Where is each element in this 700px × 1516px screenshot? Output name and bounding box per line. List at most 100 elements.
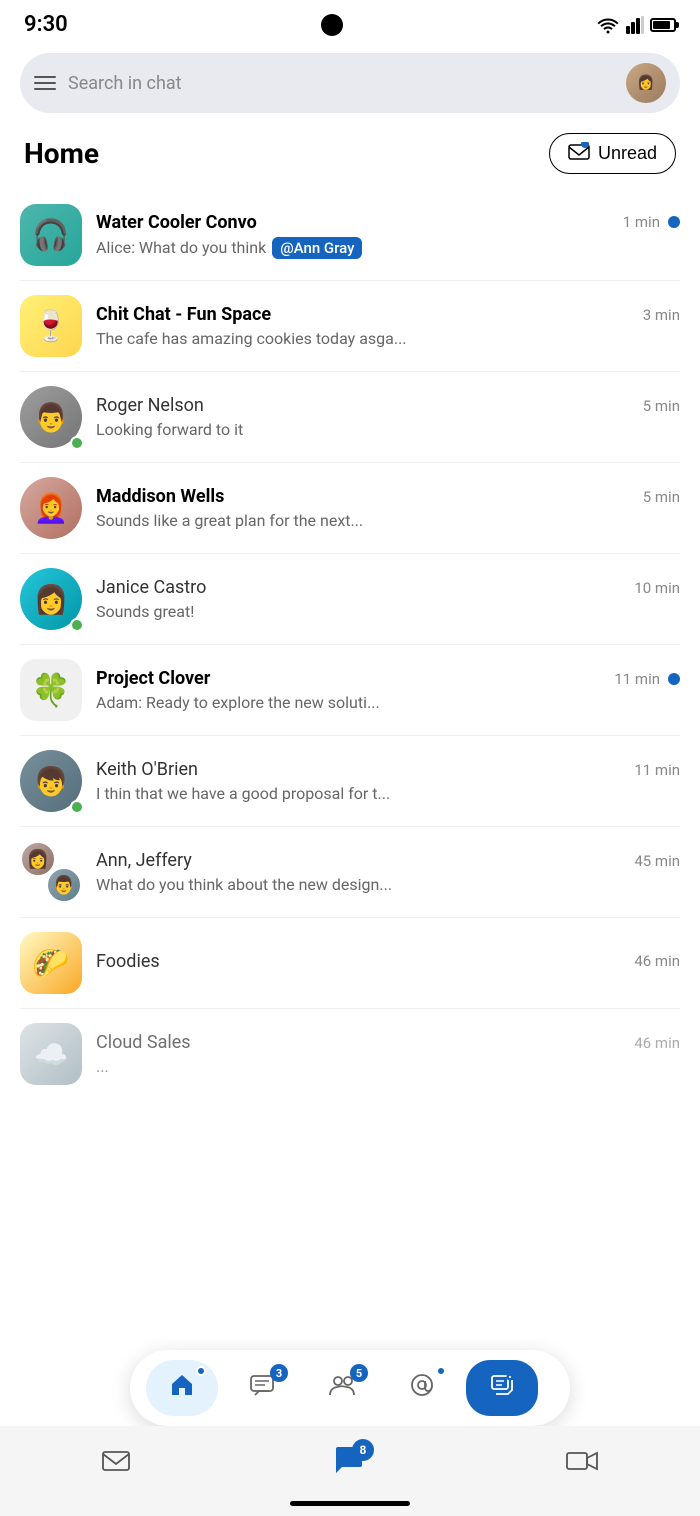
chat-time: 10 min	[634, 579, 680, 597]
home-icon	[169, 1372, 195, 1405]
bottom-bar: 8	[0, 1426, 700, 1516]
status-icons	[596, 16, 676, 34]
chat-preview: Adam: Ready to explore the new soluti...	[96, 693, 680, 712]
chat-info: Water Cooler Convo 1 min Alice: What do …	[96, 212, 680, 259]
chat-item[interactable]: 👩 Janice Castro 10 min Sounds great!	[20, 554, 680, 645]
chat-name: Foodies	[96, 951, 160, 972]
chat-name: Ann, Jeffery	[96, 850, 192, 871]
chat-avatar: 🍷	[20, 295, 82, 357]
chat-name: Chit Chat - Fun Space	[96, 304, 271, 325]
status-bar: 9:30	[0, 0, 700, 45]
home-indicator	[290, 1501, 410, 1506]
compose-icon	[489, 1372, 515, 1405]
chat-preview: Sounds great!	[96, 602, 680, 621]
chat-avatar: 👨	[20, 386, 82, 448]
team-badge: 5	[350, 1364, 368, 1382]
unread-label: Unread	[598, 143, 657, 164]
chat-item[interactable]: 👩‍🦰 Maddison Wells 5 min Sounds like a g…	[20, 463, 680, 554]
online-indicator	[70, 436, 84, 450]
menu-icon[interactable]	[34, 76, 56, 90]
chat-preview: Sounds like a great plan for the next...	[96, 511, 680, 530]
mention-dot	[436, 1366, 446, 1376]
nav-chat[interactable]: 3	[226, 1360, 298, 1416]
compose-button[interactable]	[466, 1360, 538, 1416]
status-time: 9:30	[24, 12, 68, 37]
chat-time: 3 min	[643, 306, 680, 324]
chat-time: 1 min	[623, 213, 660, 231]
nav-home-dot	[196, 1366, 206, 1376]
chat-name: Cloud Sales	[96, 1032, 191, 1053]
chat-time: 45 min	[634, 852, 680, 870]
mail-icon	[101, 1447, 131, 1480]
chat-info: Project Clover 11 min Adam: Ready to exp…	[96, 668, 680, 712]
chat-time: 46 min	[634, 1034, 680, 1052]
chat-preview: Looking forward to it	[96, 420, 680, 439]
chat-info: Keith O'Brien 11 min I thin that we have…	[96, 759, 680, 803]
online-indicator	[70, 618, 84, 632]
page-title: Home	[24, 137, 99, 170]
chat-time: 11 min	[634, 761, 680, 779]
chat-name: Water Cooler Convo	[96, 212, 257, 233]
chat-time: 46 min	[634, 952, 680, 970]
nav-team[interactable]: 5	[306, 1360, 378, 1416]
chat-item[interactable]: 👦 Keith O'Brien 11 min I thin that we ha…	[20, 736, 680, 827]
user-avatar[interactable]: 👩	[626, 63, 666, 103]
mail-tab[interactable]	[101, 1447, 131, 1480]
chat-item[interactable]: 🎧 Water Cooler Convo 1 min Alice: What d…	[20, 190, 680, 281]
chat-time: 11 min	[614, 670, 660, 688]
wifi-icon	[596, 16, 620, 34]
chat-info: Ann, Jeffery 45 min What do you think ab…	[96, 850, 680, 894]
chat-preview: I thin that we have a good proposal for …	[96, 784, 680, 803]
home-header: Home Unread	[0, 129, 700, 190]
unread-indicator	[668, 673, 680, 685]
chat-info: Maddison Wells 5 min Sounds like a great…	[96, 486, 680, 530]
battery-icon	[650, 18, 676, 32]
chat-item[interactable]: 👩 👨 Ann, Jeffery 45 min What do you thin…	[20, 827, 680, 918]
search-bar[interactable]: Search in chat 👩	[20, 53, 680, 113]
chat-name: Keith O'Brien	[96, 759, 198, 780]
camera-dot	[321, 14, 343, 36]
chat-list: 🎧 Water Cooler Convo 1 min Alice: What d…	[0, 190, 700, 1099]
chat-time: 5 min	[643, 397, 680, 415]
unread-indicator	[668, 216, 680, 228]
chat-avatar: 👦	[20, 750, 82, 812]
chat-info: Cloud Sales 46 min ...	[96, 1032, 680, 1076]
mention-icon	[409, 1372, 435, 1405]
nav-home[interactable]	[146, 1360, 218, 1416]
signal-icon	[626, 16, 644, 34]
chat-avatar: 🍀	[20, 659, 82, 721]
chat-info: Chit Chat - Fun Space 3 min The cafe has…	[96, 304, 680, 348]
video-icon	[565, 1447, 599, 1480]
chat-info: Roger Nelson 5 min Looking forward to it	[96, 395, 680, 439]
chat-info: Janice Castro 10 min Sounds great!	[96, 577, 680, 621]
chat-item[interactable]: 🌮 Foodies 46 min	[20, 918, 680, 1009]
chat-item[interactable]: 🍀 Project Clover 11 min Adam: Ready to e…	[20, 645, 680, 736]
chat-name: Project Clover	[96, 668, 210, 689]
chat-time: 5 min	[643, 488, 680, 506]
chat-preview: Alice: What do you think @Ann Gray	[96, 237, 680, 259]
chat-tab-badge: 8	[352, 1439, 374, 1461]
unread-icon	[568, 142, 590, 165]
chat-avatar: 👩 👨	[20, 841, 82, 903]
chat-avatar: 🎧	[20, 204, 82, 266]
chat-item[interactable]: 🍷 Chit Chat - Fun Space 3 min The cafe h…	[20, 281, 680, 372]
nav-mention[interactable]	[386, 1360, 458, 1416]
online-indicator	[70, 800, 84, 814]
chat-item[interactable]: ☁️ Cloud Sales 46 min ...	[20, 1009, 680, 1099]
chat-name: Roger Nelson	[96, 395, 204, 416]
chat-tab[interactable]: 8	[332, 1445, 364, 1482]
video-tab[interactable]	[565, 1447, 599, 1480]
chat-avatar: 🌮	[20, 932, 82, 994]
chat-preview: What do you think about the new design..…	[96, 875, 680, 894]
chat-avatar: ☁️	[20, 1023, 82, 1085]
mention-tag: @Ann Gray	[272, 237, 362, 259]
chat-preview: The cafe has amazing cookies today asga.…	[96, 329, 680, 348]
chat-badge: 3	[270, 1364, 288, 1382]
unread-button[interactable]: Unread	[549, 133, 676, 174]
chat-name: Maddison Wells	[96, 486, 224, 507]
chat-name: Janice Castro	[96, 577, 206, 598]
chat-item[interactable]: 👨 Roger Nelson 5 min Looking forward to …	[20, 372, 680, 463]
chat-info: Foodies 46 min	[96, 951, 680, 976]
chat-preview: ...	[96, 1057, 680, 1076]
search-placeholder: Search in chat	[68, 73, 614, 94]
